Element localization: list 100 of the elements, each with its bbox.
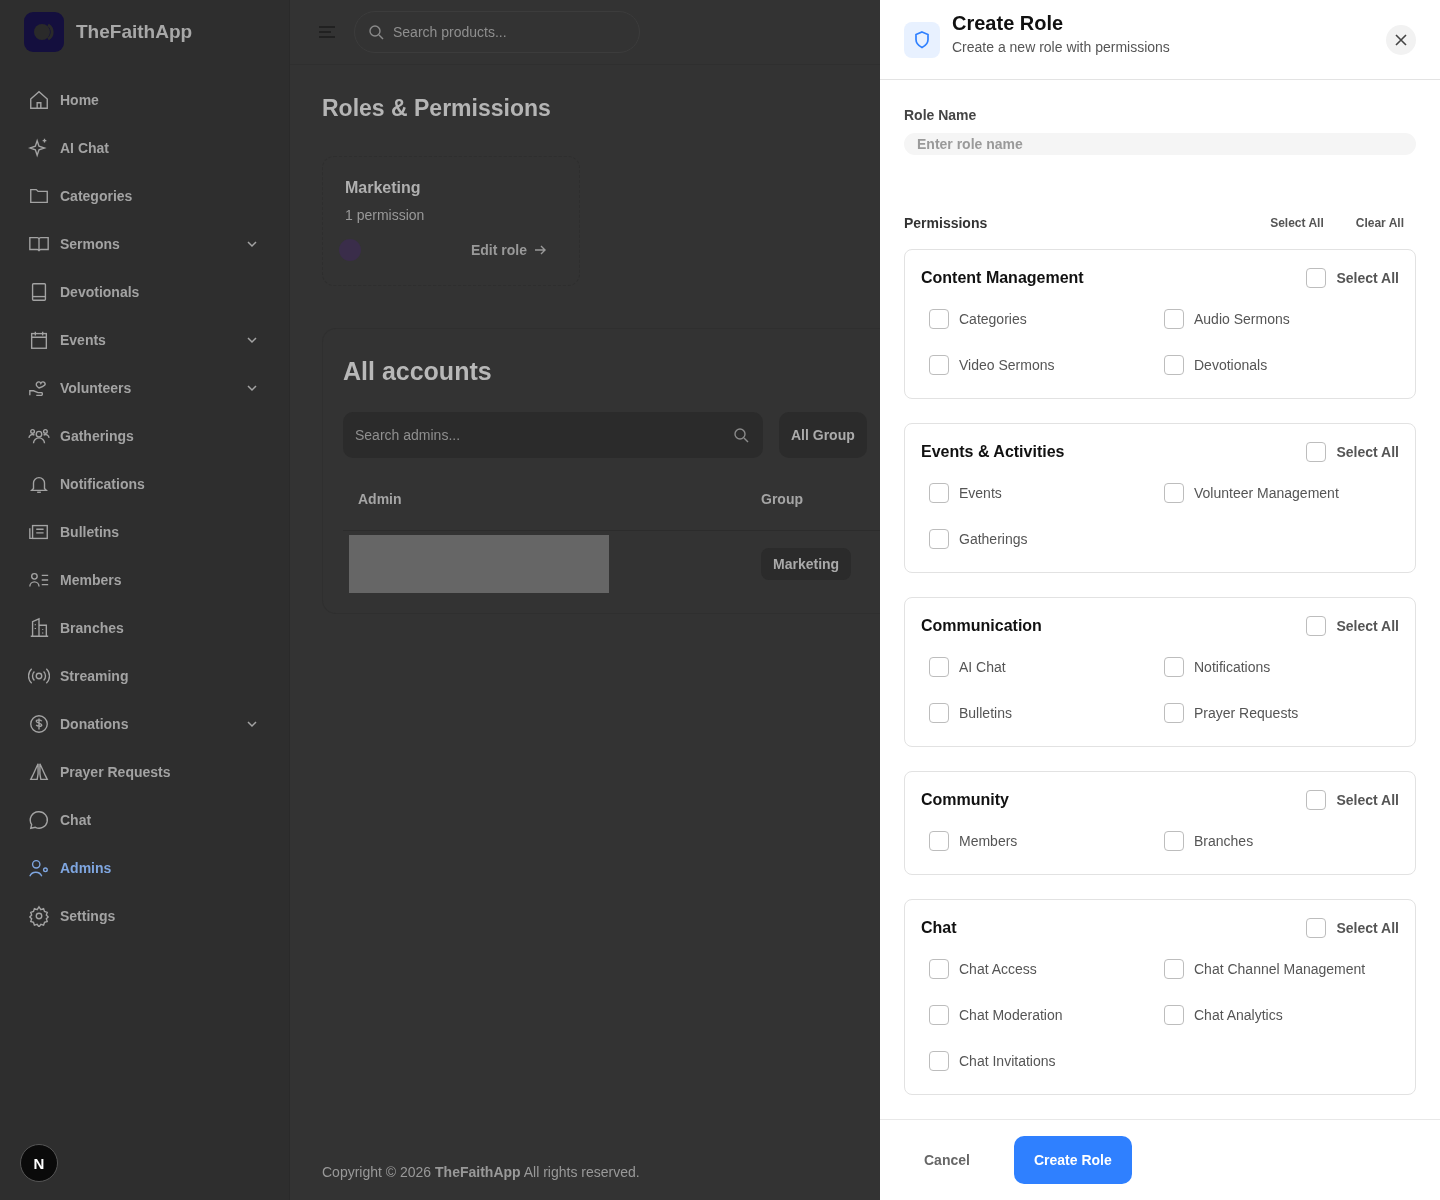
checkbox-label[interactable]: Bulletins bbox=[959, 705, 1012, 721]
checkbox[interactable] bbox=[1164, 959, 1184, 979]
dialog-title: Create Role bbox=[952, 12, 1065, 35]
close-icon bbox=[1394, 32, 1408, 47]
sidebar-item[interactable]: Branches bbox=[28, 604, 265, 652]
sidebar-item[interactable]: Gatherings bbox=[28, 412, 265, 460]
home-icon bbox=[28, 89, 50, 111]
checkbox-label[interactable]: Chat Invitations bbox=[959, 1053, 1056, 1069]
sidebar-item[interactable]: Volunteers bbox=[28, 364, 265, 412]
dollar-icon bbox=[28, 713, 50, 735]
checkbox-label[interactable]: Select All bbox=[1336, 792, 1399, 808]
bubble-icon bbox=[28, 809, 50, 831]
group-title: Chat bbox=[921, 919, 957, 937]
checkbox-label[interactable]: Select All bbox=[1336, 444, 1399, 460]
cancel-button[interactable]: Cancel bbox=[904, 1142, 990, 1178]
checkbox[interactable] bbox=[1306, 790, 1327, 810]
checkbox-label[interactable]: Branches bbox=[1194, 833, 1254, 849]
building-icon bbox=[28, 617, 50, 639]
checkbox[interactable] bbox=[1164, 657, 1184, 677]
section-label: Permissions bbox=[904, 215, 989, 231]
role-name: Marketing bbox=[345, 179, 422, 197]
field-label: Role Name bbox=[904, 107, 978, 123]
sidebar-item[interactable]: Categories bbox=[28, 172, 265, 220]
checkbox[interactable] bbox=[929, 959, 949, 979]
checkbox-label[interactable]: Categories bbox=[959, 311, 1027, 327]
calendar-icon bbox=[28, 329, 50, 351]
search-field[interactable]: Search products... bbox=[354, 11, 640, 53]
admin-icon bbox=[28, 857, 50, 879]
checkbox-label[interactable]: Select All bbox=[1336, 618, 1399, 634]
section-title: All accounts bbox=[343, 357, 493, 386]
copyright-text: Copyright © 2026 TheFaithApp All rights reserved. bbox=[322, 1164, 641, 1180]
checkbox[interactable] bbox=[929, 483, 949, 503]
checkbox[interactable] bbox=[1164, 831, 1184, 851]
sidebar-item[interactable]: Sermons bbox=[28, 220, 265, 268]
checkbox[interactable] bbox=[1306, 442, 1327, 462]
sidebar-item[interactable]: Bulletins bbox=[28, 508, 265, 556]
checkbox[interactable] bbox=[1306, 268, 1327, 288]
pray-icon bbox=[28, 761, 50, 783]
close-button[interactable] bbox=[1386, 24, 1416, 55]
checkbox[interactable] bbox=[929, 355, 949, 375]
checkbox-label[interactable]: Members bbox=[959, 833, 1018, 849]
checkbox-label[interactable]: Audio Sermons bbox=[1194, 311, 1290, 327]
checkbox-label[interactable]: Devotionals bbox=[1194, 357, 1268, 373]
checkbox-label[interactable]: Chat Channel Management bbox=[1194, 961, 1366, 977]
checkbox-label[interactable]: AI Chat bbox=[959, 659, 1006, 675]
edit-role-link[interactable]: Edit role bbox=[471, 242, 547, 258]
checkbox[interactable] bbox=[1306, 918, 1327, 938]
group-title: Events & Activities bbox=[921, 443, 1065, 461]
checkbox-label[interactable]: Notifications bbox=[1194, 659, 1271, 675]
group-title: Community bbox=[921, 791, 1009, 809]
checkbox-label[interactable]: Events bbox=[959, 485, 1002, 501]
checkbox-label[interactable]: Chat Analytics bbox=[1194, 1007, 1283, 1023]
sidebar-item[interactable]: Streaming bbox=[28, 652, 265, 700]
sidebar-item[interactable]: Events bbox=[28, 316, 265, 364]
checkbox-label[interactable]: Select All bbox=[1336, 270, 1399, 286]
create-role-button[interactable]: Create Role bbox=[1013, 1136, 1132, 1184]
checkbox[interactable] bbox=[1164, 703, 1184, 723]
group-filter[interactable]: All Group bbox=[779, 412, 867, 458]
checkbox[interactable] bbox=[929, 831, 949, 851]
sidebar-item[interactable]: Donations bbox=[28, 700, 265, 748]
checkbox[interactable] bbox=[1164, 483, 1184, 503]
checkbox-label[interactable]: Volunteer Management bbox=[1194, 485, 1339, 501]
role-card[interactable]: Marketing 1 permission Edit role bbox=[322, 156, 580, 286]
checkbox[interactable] bbox=[929, 657, 949, 677]
sidebar-item[interactable]: Chat bbox=[28, 796, 265, 844]
sidebar-item[interactable]: Admins bbox=[28, 844, 265, 892]
search-field[interactable]: Search admins... bbox=[343, 412, 763, 458]
checkbox[interactable] bbox=[1164, 1005, 1184, 1025]
checkbox-label[interactable]: Video Sermons bbox=[959, 357, 1055, 373]
checkbox-label[interactable]: Chat Access bbox=[959, 961, 1037, 977]
checkbox[interactable] bbox=[929, 529, 949, 549]
checkbox[interactable] bbox=[1164, 309, 1184, 329]
checkbox-label[interactable]: Chat Moderation bbox=[959, 1007, 1063, 1023]
search-icon bbox=[368, 24, 384, 40]
column-header: Group bbox=[761, 491, 804, 507]
clear-all-link[interactable]: Clear All bbox=[1355, 216, 1404, 230]
checkbox-label[interactable]: Prayer Requests bbox=[1194, 705, 1299, 721]
checkbox[interactable] bbox=[929, 1005, 949, 1025]
role-name-field[interactable]: Enter role name bbox=[904, 133, 1416, 155]
checkbox[interactable] bbox=[1306, 616, 1327, 636]
sidebar-item[interactable]: Devotionals bbox=[28, 268, 265, 316]
select-all-link[interactable]: Select All bbox=[1270, 216, 1324, 230]
sidebar-item[interactable]: Settings bbox=[28, 892, 265, 940]
checkbox[interactable] bbox=[929, 309, 949, 329]
checkbox-label[interactable]: Select All bbox=[1336, 920, 1399, 936]
sidebar-item[interactable]: Home bbox=[28, 76, 265, 124]
group-title: Content Management bbox=[921, 269, 1084, 287]
sidebar-item[interactable]: Notifications bbox=[28, 460, 265, 508]
sidebar-item[interactable]: Members bbox=[28, 556, 265, 604]
checkbox[interactable] bbox=[1164, 355, 1184, 375]
checkbox-label[interactable]: Gatherings bbox=[959, 531, 1028, 547]
sidebar-item[interactable]: AI Chat bbox=[28, 124, 265, 172]
checkbox[interactable] bbox=[929, 703, 949, 723]
avatar-badge[interactable]: N bbox=[20, 1144, 58, 1182]
page-title: Roles & Permissions bbox=[322, 95, 552, 122]
app-logo-icon bbox=[24, 12, 64, 52]
gear-icon bbox=[28, 905, 50, 927]
checkbox[interactable] bbox=[929, 1051, 949, 1071]
search-icon bbox=[733, 427, 749, 443]
sidebar-item[interactable]: Prayer Requests bbox=[28, 748, 265, 796]
